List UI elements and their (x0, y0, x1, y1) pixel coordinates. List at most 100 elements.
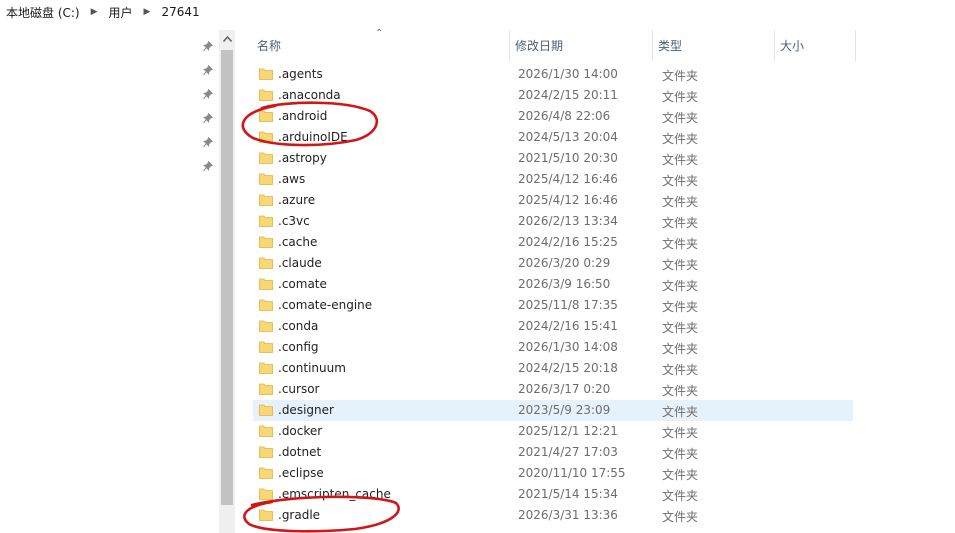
file-name[interactable]: .aws (278, 172, 305, 186)
file-name[interactable]: .comate-engine (278, 298, 372, 312)
file-row[interactable]: .anaconda 2024/2/15 20:11 文件夹 (253, 85, 853, 106)
file-name[interactable]: .gradle (278, 508, 320, 522)
file-type: 文件夹 (662, 258, 699, 272)
file-row[interactable]: .aws 2025/4/12 16:46 文件夹 (253, 169, 853, 190)
breadcrumb-item-users[interactable]: 用户 (104, 4, 138, 21)
file-name[interactable]: .astropy (278, 151, 327, 165)
file-name[interactable]: .azure (278, 193, 315, 207)
file-type: 文件夹 (662, 279, 699, 293)
file-name[interactable]: .c3vc (278, 214, 310, 228)
folder-icon (259, 214, 273, 227)
file-name[interactable]: .cache (278, 235, 317, 249)
file-name[interactable]: .designer (278, 403, 334, 417)
file-date-modified: 2020/11/10 17:55 (518, 466, 626, 480)
folder-icon (259, 88, 273, 101)
scroll-up-arrow-icon[interactable] (219, 30, 235, 48)
folder-icon (259, 130, 273, 143)
file-row[interactable]: .conda 2024/2/16 15:41 文件夹 (253, 316, 853, 337)
file-row[interactable]: .cursor 2026/3/17 0:20 文件夹 (253, 379, 853, 400)
file-date-modified: 2026/3/20 0:29 (518, 256, 611, 270)
file-name[interactable]: .continuum (278, 361, 346, 375)
file-row[interactable]: .android 2026/4/8 22:06 文件夹 (253, 106, 853, 127)
file-date-modified: 2026/2/13 13:34 (518, 214, 618, 228)
file-name[interactable]: .arduinoIDE (278, 130, 348, 144)
folder-icon (259, 319, 273, 332)
file-type: 文件夹 (662, 405, 699, 419)
folder-icon (259, 508, 273, 521)
file-name[interactable]: .config (278, 340, 319, 354)
file-row[interactable]: .gradle 2026/3/31 13:36 文件夹 (253, 505, 853, 526)
file-date-modified: 2026/1/30 14:00 (518, 67, 618, 81)
breadcrumb-item-user-folder[interactable]: 27641 (156, 5, 204, 19)
file-type: 文件夹 (662, 489, 699, 503)
file-type: 文件夹 (662, 174, 699, 188)
folder-icon (259, 277, 273, 290)
file-name[interactable]: .emscripten_cache (278, 487, 391, 501)
column-header-date-modified[interactable]: 修改日期 (510, 30, 653, 61)
file-name[interactable]: .dotnet (278, 445, 321, 459)
file-type: 文件夹 (662, 447, 699, 461)
file-type: 文件夹 (662, 195, 699, 209)
file-row[interactable]: .dotnet 2021/4/27 17:03 文件夹 (253, 442, 853, 463)
folder-icon (259, 445, 273, 458)
file-row[interactable]: .cache 2024/2/16 15:25 文件夹 (253, 232, 853, 253)
file-date-modified: 2026/3/17 0:20 (518, 382, 611, 396)
folder-icon (259, 424, 273, 437)
file-date-modified: 2026/3/9 16:50 (518, 277, 611, 291)
column-header-type[interactable]: 类型 (653, 30, 775, 61)
folder-icon (259, 172, 273, 185)
navigation-scrollbar[interactable] (219, 30, 235, 533)
folder-icon (259, 487, 273, 500)
file-list: .agents 2026/1/30 14:00 文件夹 .anaconda 2024/2… (253, 64, 853, 526)
column-header-name[interactable]: 名称 (252, 30, 510, 61)
file-row[interactable]: .claude 2026/3/20 0:29 文件夹 (253, 253, 853, 274)
file-name[interactable]: .claude (278, 256, 322, 270)
pin-icon (198, 154, 218, 178)
file-date-modified: 2025/12/1 12:21 (518, 424, 618, 438)
pin-icon (198, 106, 218, 130)
file-row[interactable]: .eclipse 2020/11/10 17:55 文件夹 (253, 463, 853, 484)
file-type: 文件夹 (662, 90, 699, 104)
file-name[interactable]: .agents (278, 67, 323, 81)
chevron-right-icon[interactable]: ▶ (138, 7, 157, 17)
file-type: 文件夹 (662, 111, 699, 125)
folder-icon (259, 361, 273, 374)
chevron-right-icon[interactable]: ▶ (85, 7, 104, 17)
file-date-modified: 2023/5/9 23:09 (518, 403, 611, 417)
column-header-size[interactable]: 大小 (775, 30, 856, 61)
file-type: 文件夹 (662, 216, 699, 230)
file-row[interactable]: .arduinoIDE 2024/5/13 20:04 文件夹 (253, 127, 853, 148)
file-name[interactable]: .eclipse (278, 466, 324, 480)
file-row[interactable]: .agents 2026/1/30 14:00 文件夹 (253, 64, 853, 85)
file-name[interactable]: .docker (278, 424, 322, 438)
folder-icon (259, 403, 273, 416)
breadcrumb-item-drive[interactable]: 本地磁盘 (C:) (0, 4, 85, 21)
folder-icon (259, 235, 273, 248)
file-row[interactable]: .comate 2026/3/9 16:50 文件夹 (253, 274, 853, 295)
file-date-modified: 2024/2/15 20:18 (518, 361, 618, 375)
file-row[interactable]: .continuum 2024/2/15 20:18 文件夹 (253, 358, 853, 379)
file-date-modified: 2021/5/10 20:30 (518, 151, 618, 165)
file-name[interactable]: .cursor (278, 382, 319, 396)
file-type: 文件夹 (662, 468, 699, 482)
scrollbar-thumb[interactable] (221, 50, 233, 505)
file-row[interactable]: .docker 2025/12/1 12:21 文件夹 (253, 421, 853, 442)
column-header-row: 名称 修改日期 类型 大小 (252, 30, 856, 61)
folder-icon (259, 67, 273, 80)
file-name[interactable]: .conda (278, 319, 318, 333)
file-row[interactable]: .config 2026/1/30 14:08 文件夹 (253, 337, 853, 358)
file-date-modified: 2024/5/13 20:04 (518, 130, 618, 144)
folder-icon (259, 298, 273, 311)
file-name[interactable]: .anaconda (278, 88, 341, 102)
file-date-modified: 2021/5/14 15:34 (518, 487, 618, 501)
file-name[interactable]: .comate (278, 277, 327, 291)
file-name[interactable]: .android (278, 109, 327, 123)
file-date-modified: 2026/4/8 22:06 (518, 109, 611, 123)
file-row[interactable]: .azure 2025/4/12 16:46 文件夹 (253, 190, 853, 211)
file-row[interactable]: .designer 2023/5/9 23:09 文件夹 (253, 400, 853, 421)
file-row[interactable]: .emscripten_cache 2021/5/14 15:34 文件夹 (253, 484, 853, 505)
file-row[interactable]: .comate-engine 2025/11/8 17:35 文件夹 (253, 295, 853, 316)
file-row[interactable]: .c3vc 2026/2/13 13:34 文件夹 (253, 211, 853, 232)
folder-icon (259, 340, 273, 353)
file-row[interactable]: .astropy 2021/5/10 20:30 文件夹 (253, 148, 853, 169)
